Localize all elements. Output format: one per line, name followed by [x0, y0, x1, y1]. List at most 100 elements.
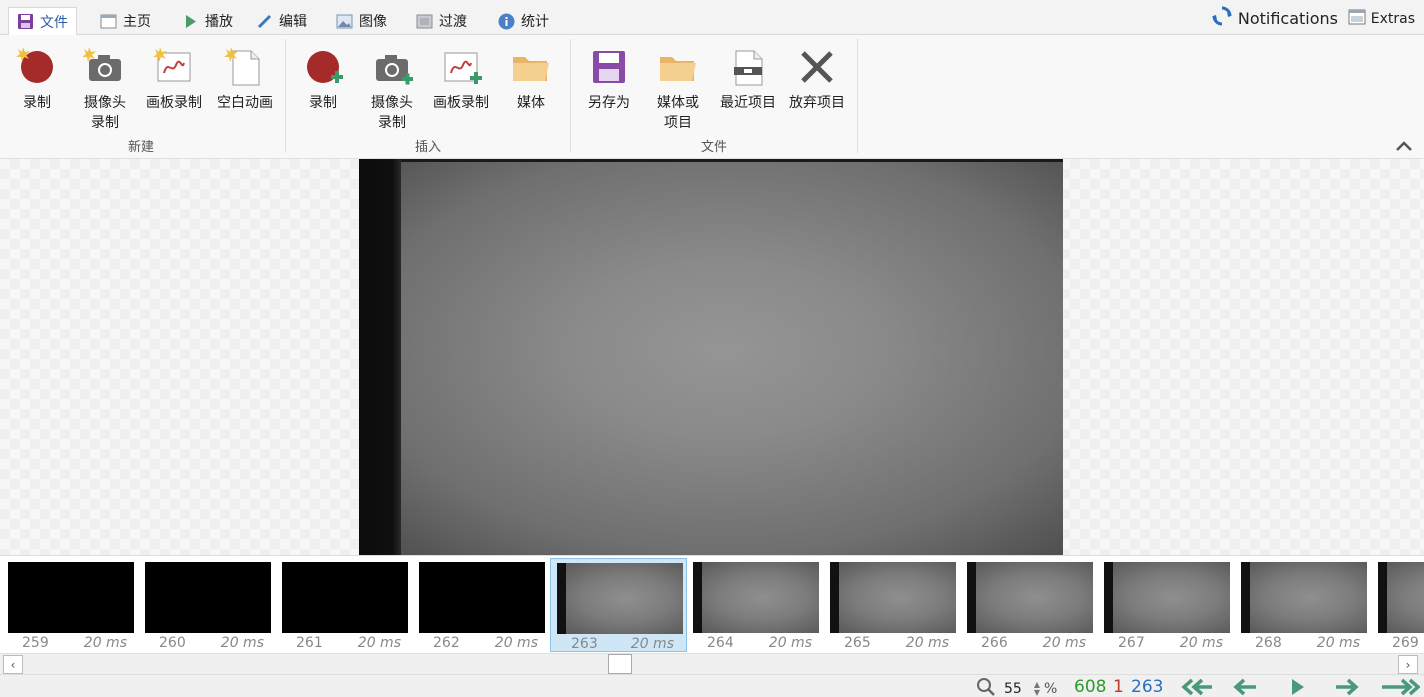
frame-duration: 20 ms — [1042, 635, 1086, 651]
save-icon — [17, 13, 34, 30]
previous-frame-button[interactable] — [1232, 677, 1266, 697]
ribbon: 录制 摄像头 录制 画板录制 空白动画 新建 录制 摄像头 录制 画板录制 媒体… — [0, 35, 1424, 159]
insert-board-recording-button[interactable]: 画板录制 — [426, 39, 496, 131]
frame-thumbnail[interactable]: 259 20 ms — [2, 558, 139, 652]
tab-edit[interactable]: 编辑 — [248, 7, 315, 35]
frame-filmstrip: 259 20 ms 260 20 ms 261 20 ms 262 20 ms … — [0, 555, 1424, 653]
tab-label: 图像 — [359, 14, 387, 30]
frame-thumbnail-selected[interactable]: 263 20 ms — [550, 558, 687, 652]
frame-duration: 20 ms — [494, 635, 538, 651]
notifications-button[interactable]: Notifications — [1212, 6, 1338, 30]
extras-button[interactable]: Extras — [1348, 9, 1415, 29]
selected-frames-count: 1 — [1113, 677, 1124, 697]
insert-webcam-recording-button[interactable]: 摄像头 录制 — [357, 39, 427, 131]
play-icon — [182, 13, 199, 30]
frame-number: 269 — [1392, 635, 1419, 651]
button-label: 画板录制 — [433, 95, 489, 111]
tab-label: 文件 — [40, 14, 68, 31]
frame-number: 260 — [159, 635, 186, 651]
editor-canvas[interactable] — [0, 159, 1424, 555]
refresh-icon — [1212, 6, 1232, 30]
frame-thumbnail[interactable]: 269 — [1372, 558, 1424, 652]
tab-label: 统计 — [521, 14, 549, 30]
save-icon — [587, 45, 631, 89]
zoom-value[interactable]: 55 — [1004, 681, 1022, 697]
new-webcam-recording-button[interactable]: 摄像头 录制 — [70, 39, 140, 131]
tab-label: 主页 — [123, 14, 151, 30]
tab-home[interactable]: 主页 — [92, 7, 159, 35]
filmstrip-scrollbar[interactable]: ‹ › — [0, 653, 1424, 674]
transition-icon — [416, 13, 433, 30]
frame-thumbnail[interactable]: 262 20 ms — [413, 558, 550, 652]
last-frame-button[interactable] — [1380, 677, 1421, 697]
current-frame-preview — [359, 159, 1063, 555]
frame-duration: 20 ms — [768, 635, 812, 651]
board-icon — [152, 45, 196, 89]
group-separator — [285, 39, 286, 153]
frame-thumbnail[interactable]: 261 20 ms — [276, 558, 413, 652]
arrow-right-icon — [1332, 678, 1366, 697]
zoom-control[interactable]: 55 ▲ ▼ % — [976, 677, 1057, 697]
thumbnail-image — [145, 562, 271, 633]
frame-duration: 20 ms — [1179, 635, 1223, 651]
first-frame-button[interactable] — [1180, 677, 1214, 697]
frame-dark-band — [359, 159, 401, 555]
frame-thumbnail[interactable]: 264 20 ms — [687, 558, 824, 652]
button-label: 最近项目 — [720, 95, 776, 111]
tab-label: 编辑 — [279, 14, 307, 30]
save-as-button[interactable]: 另存为 — [574, 39, 644, 131]
zoom-stepper[interactable]: ▲ ▼ — [1034, 681, 1040, 697]
insert-media-button[interactable]: 媒体 — [496, 39, 566, 131]
frame-number: 259 — [22, 635, 49, 651]
frame-number: 262 — [433, 635, 460, 651]
recent-file-icon — [726, 45, 770, 89]
new-recording-button[interactable]: 录制 — [2, 39, 72, 131]
frame-top-edge — [359, 159, 1063, 162]
frame-number: 267 — [1118, 635, 1145, 651]
group-label-file: 文件 — [700, 140, 727, 155]
frame-duration: 20 ms — [630, 636, 674, 652]
insert-recording-button[interactable]: 录制 — [288, 39, 358, 131]
double-arrow-right-icon — [1380, 678, 1421, 697]
collapse-ribbon-button[interactable] — [1394, 138, 1414, 154]
pencil-icon — [256, 13, 273, 30]
camera-icon — [82, 45, 127, 89]
tab-playback[interactable]: 播放 — [174, 7, 241, 35]
button-label: 摄像头 录制 — [84, 95, 126, 131]
frame-thumbnail[interactable]: 266 20 ms — [961, 558, 1098, 652]
zoom-down-icon[interactable]: ▼ — [1034, 689, 1040, 697]
frame-thumbnail[interactable]: 267 20 ms — [1098, 558, 1235, 652]
tab-label: 播放 — [205, 14, 233, 30]
total-frames-count: 608 — [1074, 677, 1107, 697]
tab-statistics[interactable]: 统计 — [490, 7, 557, 35]
board-add-icon — [439, 45, 483, 89]
new-board-recording-button[interactable]: 画板录制 — [139, 39, 209, 131]
tab-file[interactable]: 文件 — [8, 7, 77, 36]
play-icon — [1284, 679, 1318, 697]
current-frame-index: 263 — [1131, 677, 1164, 697]
scrollbar-thumb[interactable] — [608, 654, 632, 674]
next-frame-button[interactable] — [1332, 677, 1366, 697]
tab-transition[interactable]: 过渡 — [408, 7, 475, 35]
button-label: 媒体 — [517, 95, 545, 111]
scroll-right-button[interactable]: › — [1398, 655, 1418, 674]
thumbnail-image — [830, 562, 956, 633]
thumbnail-image — [967, 562, 1093, 633]
record-icon — [15, 45, 59, 89]
frame-number: 265 — [844, 635, 871, 651]
tab-image[interactable]: 图像 — [328, 7, 395, 35]
discard-project-button[interactable]: 放弃项目 — [782, 39, 852, 131]
frame-thumbnail[interactable]: 265 20 ms — [824, 558, 961, 652]
extras-label: Extras — [1370, 11, 1415, 27]
frame-duration: 20 ms — [1316, 635, 1360, 651]
new-blank-animation-button[interactable]: 空白动画 — [210, 39, 280, 131]
recent-projects-button[interactable]: 最近项目 — [713, 39, 783, 131]
frame-duration: 20 ms — [905, 635, 949, 651]
play-button[interactable] — [1284, 677, 1318, 697]
frame-thumbnail[interactable]: 260 20 ms — [139, 558, 276, 652]
tab-label: 过渡 — [439, 14, 467, 30]
frame-duration: 20 ms — [83, 635, 127, 651]
frame-thumbnail[interactable]: 268 20 ms — [1235, 558, 1372, 652]
scroll-left-button[interactable]: ‹ — [3, 655, 23, 674]
open-media-or-project-button[interactable]: 媒体或 项目 — [643, 39, 713, 131]
